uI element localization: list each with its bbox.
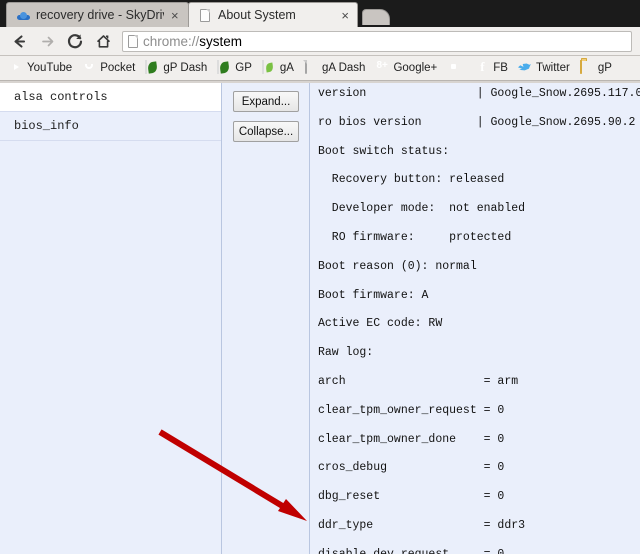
chrome-browser-window: recovery drive - SkyDrive × About System…	[0, 0, 640, 554]
content-line: Active EC code: RW	[318, 317, 443, 331]
content-line: ddr_type = ddr3	[318, 518, 526, 532]
bookmark-label: Pocket	[100, 62, 136, 74]
about-system-page: alsa controls bios_info Expand... Collap…	[0, 83, 640, 554]
bookmark-twitter[interactable]: Twitter	[513, 59, 575, 77]
leaf-icon	[145, 60, 159, 75]
home-icon	[96, 34, 110, 48]
tab-recovery-drive-skydrive[interactable]: recovery drive - SkyDrive ×	[6, 2, 189, 27]
facebook-icon	[475, 61, 489, 75]
tab-label: recovery drive - SkyDrive	[36, 8, 164, 22]
bookmark-folder-gp[interactable]: gP	[575, 59, 617, 77]
bookmark-label: FB	[493, 62, 508, 74]
bookmark-pocket[interactable]: Pocket	[77, 59, 140, 77]
page-icon	[128, 34, 138, 48]
url-scheme: chrome://	[143, 33, 200, 49]
bookmark-gp[interactable]: GP	[212, 59, 257, 77]
bookmark-fb[interactable]: FB	[470, 59, 513, 77]
bookmark-ga[interactable]: gA	[257, 59, 299, 77]
google-plus-icon	[375, 61, 389, 75]
leaf-small-icon	[261, 60, 276, 75]
bookmark-label: gP	[597, 62, 612, 74]
content-line: dbg_reset = 0	[318, 490, 505, 504]
url-path: system	[199, 33, 243, 49]
address-bar-text: chrome://system	[143, 34, 242, 49]
new-tab-button[interactable]	[362, 9, 390, 25]
bookmark-youtube[interactable]: YouTube	[4, 59, 77, 77]
bookmark-label: Twitter	[535, 62, 570, 74]
tab-about-system[interactable]: About System ×	[188, 2, 358, 27]
bookmarks-bar: YouTube Pocket gP Dash GP gA gA Dash Goo…	[0, 56, 640, 81]
content-line: Boot switch status:	[318, 144, 450, 158]
folder-icon	[579, 60, 594, 75]
bookmark-gp-dash[interactable]: gP Dash	[140, 59, 212, 77]
back-button[interactable]	[6, 29, 32, 53]
bookmark-label: Google+	[393, 62, 438, 74]
tab-label: About System	[218, 8, 296, 22]
bookmark-label: gA Dash	[321, 62, 366, 74]
section-label: bios_info	[14, 119, 79, 133]
section-key-column: alsa controls bios_info	[0, 83, 222, 554]
page-icon	[304, 60, 318, 75]
bookmark-google-plus[interactable]: Google+	[370, 59, 442, 77]
bookmark-label: gP Dash	[163, 62, 208, 74]
content-line: cros_debug = 0	[318, 461, 505, 475]
browser-toolbar: chrome://system	[0, 27, 640, 56]
back-arrow-icon	[13, 34, 25, 48]
skydrive-cloud-icon	[16, 8, 31, 23]
section-controls-column: Expand... Collapse...	[223, 83, 310, 554]
tab-strip: recovery drive - SkyDrive × About System…	[0, 0, 640, 27]
forward-button[interactable]	[34, 29, 60, 53]
bookmark-feedly[interactable]	[442, 59, 470, 77]
feedly-icon	[447, 61, 461, 75]
twitter-icon	[518, 61, 532, 75]
content-line: Developer mode: not enabled	[318, 202, 526, 216]
reload-button[interactable]	[62, 29, 88, 53]
content-line: disable_dev_request = 0	[318, 548, 640, 554]
content-line: RO firmware: protected	[318, 230, 512, 244]
content-line: Boot reason (0): normal	[318, 259, 477, 273]
collapse-button[interactable]: Collapse...	[233, 121, 299, 142]
leaf-icon	[217, 60, 231, 75]
bookmark-label: YouTube	[27, 62, 73, 74]
bookmark-label: gA	[279, 62, 294, 74]
section-row-alsa-controls[interactable]: alsa controls	[0, 83, 221, 112]
reload-icon	[67, 34, 83, 49]
content-line: Recovery button: released	[318, 173, 505, 187]
bookmark-ga-dash[interactable]: gA Dash	[299, 59, 370, 77]
page-icon	[198, 8, 213, 23]
content-line: clear_tpm_owner_request = 0	[318, 403, 505, 417]
content-line: Raw log:	[318, 346, 374, 360]
expand-button[interactable]: Expand...	[233, 91, 299, 112]
forward-arrow-icon	[41, 36, 53, 46]
home-button[interactable]	[90, 29, 116, 53]
tab-close-button[interactable]: ×	[339, 9, 351, 22]
content-line: clear_tpm_owner_done = 0	[318, 432, 505, 446]
content-line: version | Google_Snow.2695.117.0	[318, 87, 640, 100]
tab-close-button[interactable]: ×	[169, 9, 181, 22]
bookmark-label: GP	[235, 62, 252, 74]
youtube-icon	[9, 61, 23, 75]
section-row-bios-info[interactable]: bios_info	[0, 112, 221, 141]
address-bar[interactable]: chrome://system	[122, 30, 632, 52]
pocket-icon	[82, 61, 96, 75]
content-line: Boot firmware: A	[318, 288, 429, 302]
section-label: alsa controls	[14, 90, 108, 104]
bios-info-content: version | Google_Snow.2695.117.0 ro bios…	[311, 83, 640, 554]
content-line: arch = arm	[318, 374, 519, 388]
section-value-column: version | Google_Snow.2695.117.0 ro bios…	[311, 83, 640, 554]
content-line: ro bios version | Google_Snow.2695.90.2	[318, 115, 636, 129]
